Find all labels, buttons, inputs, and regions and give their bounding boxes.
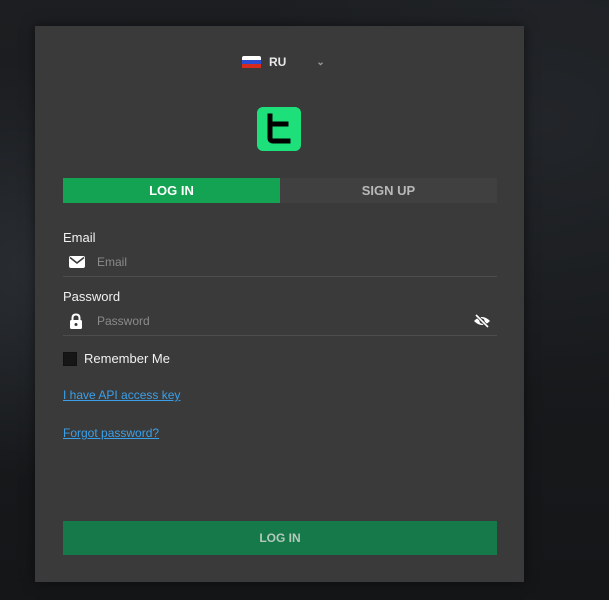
tab-log-in[interactable]: LOG IN bbox=[63, 178, 280, 203]
language-code: RU bbox=[269, 55, 287, 69]
log-in-button[interactable]: LOG IN bbox=[63, 521, 497, 555]
login-panel: RU ⌄ LOG IN SIGN UP Email Password Remem… bbox=[35, 26, 524, 582]
eye-off-icon[interactable] bbox=[467, 314, 497, 328]
language-selector[interactable]: RU ⌄ bbox=[242, 54, 325, 70]
password-input[interactable] bbox=[97, 314, 467, 328]
chevron-down-icon: ⌄ bbox=[316, 56, 325, 68]
remember-me-label: Remember Me bbox=[84, 351, 170, 366]
api-access-key-link[interactable]: I have API access key bbox=[63, 388, 180, 402]
lock-icon bbox=[63, 313, 97, 329]
russia-flag-icon bbox=[242, 55, 261, 69]
remember-me-checkbox-row[interactable]: Remember Me bbox=[63, 351, 170, 366]
email-input[interactable] bbox=[97, 255, 497, 269]
email-field-row bbox=[63, 248, 497, 277]
password-label: Password bbox=[63, 289, 121, 304]
email-label: Email bbox=[63, 230, 96, 245]
auth-tabs: LOG IN SIGN UP bbox=[63, 178, 497, 203]
password-field-row bbox=[63, 307, 497, 336]
remember-me-checkbox[interactable] bbox=[63, 351, 77, 366]
tab-sign-up[interactable]: SIGN UP bbox=[280, 178, 497, 203]
envelope-icon bbox=[63, 256, 97, 268]
app-logo bbox=[257, 107, 301, 151]
logo-glyph-icon bbox=[267, 113, 291, 144]
forgot-password-link[interactable]: Forgot password? bbox=[63, 426, 159, 440]
